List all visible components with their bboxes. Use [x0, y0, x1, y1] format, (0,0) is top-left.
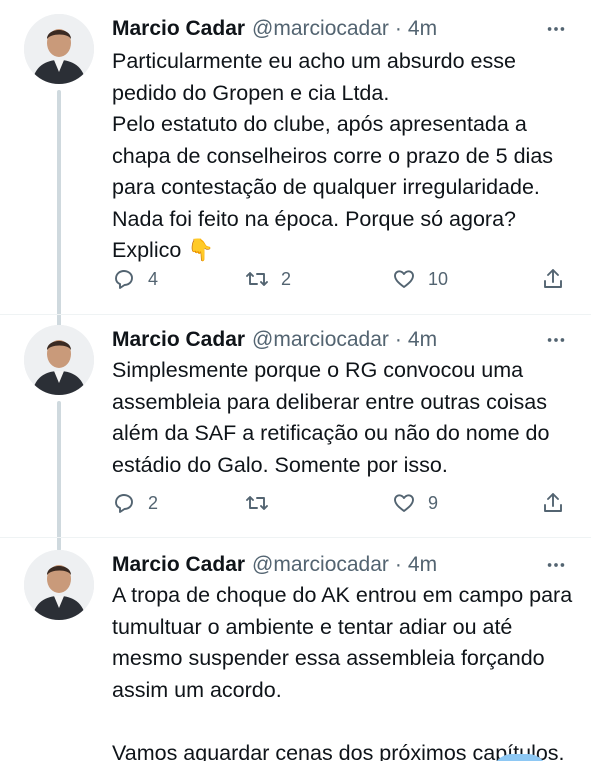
tweet-text: Simplesmente porque o RG convocou uma as… — [112, 355, 571, 481]
tweet-3[interactable]: Marcio Cadar @marciocadar · 4m A tropa d… — [0, 550, 591, 761]
timestamp[interactable]: 4m — [408, 17, 437, 41]
share-button[interactable] — [541, 488, 565, 518]
author-name[interactable]: Marcio Cadar — [112, 553, 245, 577]
retweet-button[interactable] — [245, 488, 281, 518]
reply-count: 4 — [148, 268, 159, 289]
author-handle[interactable]: @marciocadar — [252, 328, 389, 352]
reply-icon — [115, 270, 133, 289]
author-handle[interactable]: @marciocadar — [252, 553, 389, 577]
retweet-button[interactable]: 2 — [245, 264, 291, 294]
tweet-1[interactable]: Marcio Cadar @marciocadar · 4m Particula… — [0, 14, 591, 328]
avatar[interactable] — [24, 14, 94, 84]
share-button[interactable] — [541, 264, 565, 294]
more-button[interactable] — [543, 16, 569, 42]
text-line: A tropa de choque do AK entrou em campo … — [112, 583, 573, 607]
text-line: para contestação de qualquer irregularid… — [112, 175, 540, 199]
text-line: além da SAF a retificação ou não do nome… — [112, 421, 550, 445]
text-line: Particularmente eu acho um absurdo esse — [112, 49, 516, 73]
timestamp[interactable]: 4m — [408, 553, 437, 577]
tweet-header: Marcio Cadar @marciocadar · 4m — [112, 14, 437, 44]
text-line: Simplesmente porque o RG convocou uma — [112, 358, 524, 382]
author-name[interactable]: Marcio Cadar — [112, 17, 245, 41]
heart-icon — [394, 270, 414, 288]
author-handle[interactable]: @marciocadar — [252, 17, 389, 41]
thread-line — [57, 401, 61, 551]
avatar-photo — [24, 550, 94, 620]
separator: · — [394, 328, 402, 351]
divider — [0, 314, 591, 315]
text-line: assim um acordo. — [112, 677, 282, 702]
like-count: 10 — [428, 268, 449, 289]
reply-button[interactable]: 4 — [112, 264, 158, 294]
like-count: 9 — [428, 492, 439, 513]
text-line: chapa de conselheiros corre o prazo de 5… — [112, 143, 554, 168]
reply-button[interactable]: 2 — [112, 488, 158, 518]
tweet-header: Marcio Cadar @marciocadar · 4m — [112, 325, 437, 355]
more-icon — [547, 338, 565, 342]
reply-icon — [115, 494, 133, 513]
text-line: estádio do Galo. Somente por isso. — [112, 452, 448, 477]
like-button[interactable]: 10 — [392, 264, 448, 294]
text-line: tumultuar o ambiente e tentar adiar ou a… — [112, 614, 513, 639]
author-name[interactable]: Marcio Cadar — [112, 328, 245, 352]
text-line: Pelo estatuto do clube, após apresentada… — [112, 112, 527, 136]
tweet-text: A tropa de choque do AK entrou em campo … — [112, 580, 573, 761]
text-line: pedido do Gropen e cia Ltda. — [112, 80, 390, 105]
tweet-header: Marcio Cadar @marciocadar · 4m — [112, 550, 437, 580]
separator: · — [394, 553, 402, 576]
avatar[interactable] — [24, 550, 94, 620]
divider — [0, 537, 591, 538]
text-line: mesmo suspender essa assembleia forçando — [112, 646, 545, 670]
more-button[interactable] — [543, 552, 569, 578]
like-button[interactable]: 9 — [392, 488, 438, 518]
avatar[interactable] — [24, 325, 94, 395]
retweet-count: 2 — [281, 268, 292, 289]
avatar-photo — [24, 14, 94, 84]
more-icon — [547, 563, 565, 567]
text-line: Nada foi feito na época. Porque só agora… — [112, 206, 517, 231]
share-icon — [544, 493, 562, 512]
more-icon — [547, 27, 565, 31]
tweet-2[interactable]: Marcio Cadar @marciocadar · 4m Simplesme… — [0, 325, 591, 551]
pointing-down-emoji: 👇 — [187, 238, 215, 262]
reply-count: 2 — [148, 492, 159, 513]
text-line-content: Explico — [112, 238, 182, 262]
share-icon — [544, 269, 562, 288]
tweet-actions: 4 2 10 — [112, 264, 567, 294]
avatar-photo — [24, 325, 94, 395]
text-line: Explico 👇 — [112, 235, 571, 267]
tweet-text: Particularmente eu acho um absurdo esse … — [112, 46, 571, 267]
more-button[interactable] — [543, 327, 569, 353]
retweet-icon — [246, 272, 268, 286]
text-line: assembleia para deliberar entre outras c… — [112, 389, 548, 414]
retweet-icon — [246, 496, 268, 510]
separator: · — [394, 17, 402, 40]
thread-line — [57, 90, 61, 328]
timestamp[interactable]: 4m — [408, 328, 437, 352]
heart-icon — [394, 494, 414, 512]
tweet-actions: 2 9 — [112, 488, 567, 518]
